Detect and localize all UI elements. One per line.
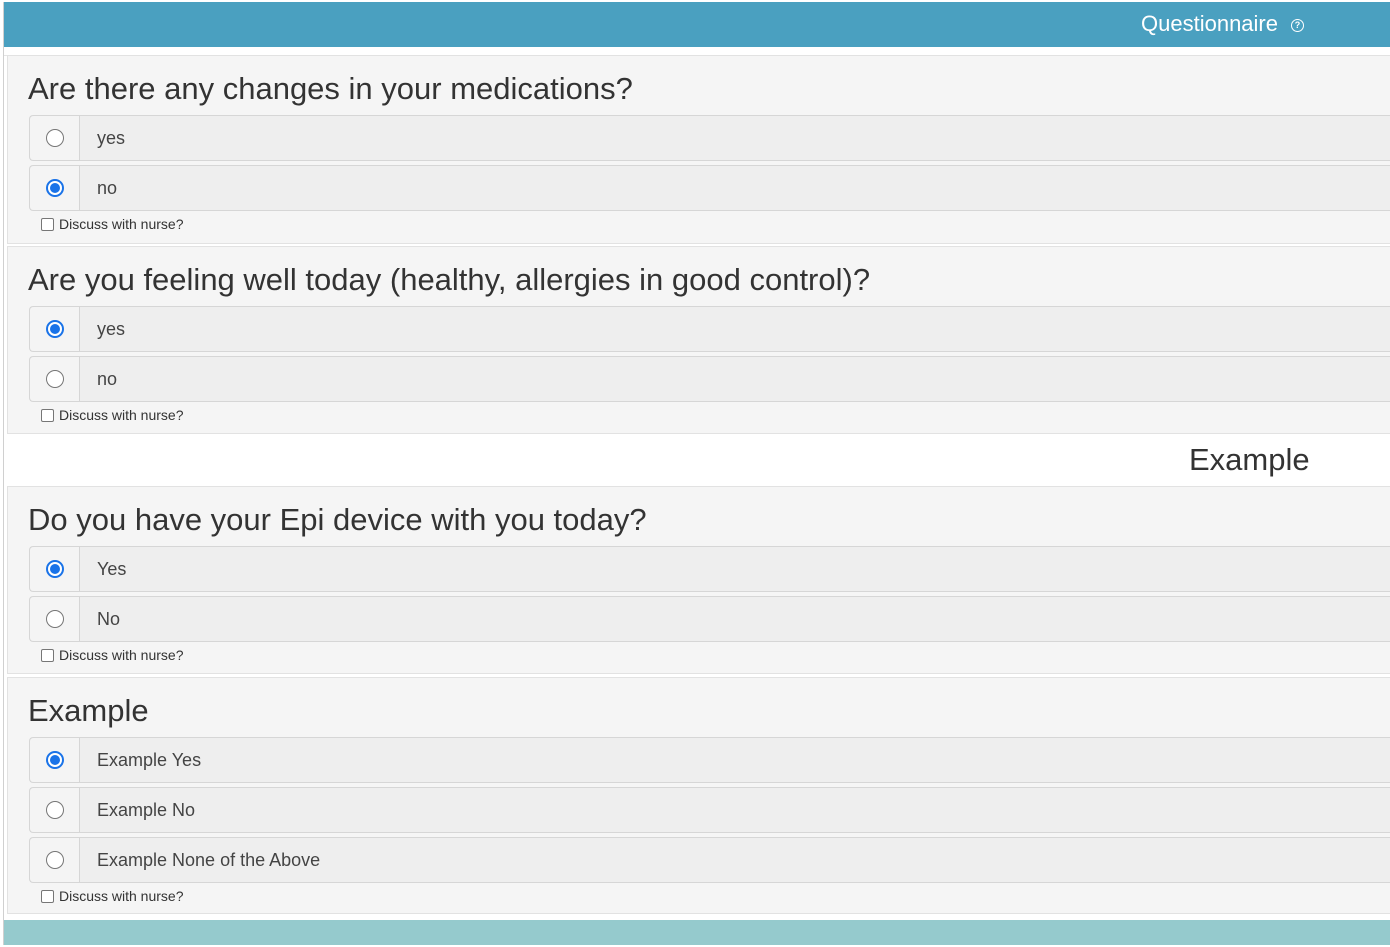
- question-title: Example: [28, 693, 149, 728]
- answer-option[interactable]: yes: [29, 115, 1390, 161]
- answer-option[interactable]: Example Yes: [29, 737, 1390, 783]
- questionnaire-frame: Questionnaire ? Are there any changes in…: [3, 2, 1390, 945]
- answer-option[interactable]: Example No: [29, 787, 1390, 833]
- answer-option[interactable]: Example None of the Above: [29, 837, 1390, 883]
- radio-button[interactable]: [46, 851, 64, 869]
- radio-button[interactable]: [46, 179, 64, 197]
- answer-label[interactable]: Example None of the Above: [97, 850, 320, 871]
- discuss-label[interactable]: Discuss with nurse?: [59, 647, 184, 663]
- answer-label[interactable]: No: [97, 609, 120, 630]
- radio-cell[interactable]: [30, 738, 80, 782]
- header-bar: Questionnaire ?: [4, 2, 1390, 47]
- help-icon[interactable]: ?: [1291, 19, 1304, 32]
- radio-cell[interactable]: [30, 788, 80, 832]
- question-title: Are you feeling well today (healthy, all…: [28, 262, 871, 297]
- discuss-checkbox[interactable]: [41, 649, 54, 662]
- question-card-feeling-well: Are you feeling well today (healthy, all…: [7, 246, 1390, 434]
- radio-cell[interactable]: [30, 547, 80, 591]
- page-title: Questionnaire: [1141, 11, 1278, 36]
- question-card-example: Example Example Yes Example No Example N…: [7, 677, 1390, 914]
- radio-button[interactable]: [46, 801, 64, 819]
- radio-cell[interactable]: [30, 357, 80, 401]
- section-heading: Example: [1189, 442, 1310, 477]
- discuss-label[interactable]: Discuss with nurse?: [59, 407, 184, 423]
- radio-cell[interactable]: [30, 307, 80, 351]
- radio-cell[interactable]: [30, 838, 80, 882]
- discuss-label[interactable]: Discuss with nurse?: [59, 216, 184, 232]
- footer-bar: [4, 920, 1390, 945]
- question-title: Do you have your Epi device with you tod…: [28, 502, 647, 537]
- radio-button[interactable]: [46, 129, 64, 147]
- question-title: Are there any changes in your medication…: [28, 71, 633, 106]
- answer-label[interactable]: no: [97, 178, 117, 199]
- discuss-checkbox[interactable]: [41, 890, 54, 903]
- answer-label[interactable]: Example No: [97, 800, 195, 821]
- radio-button[interactable]: [46, 370, 64, 388]
- answer-label[interactable]: yes: [97, 128, 125, 149]
- radio-cell[interactable]: [30, 166, 80, 210]
- answer-label[interactable]: no: [97, 369, 117, 390]
- discuss-checkbox[interactable]: [41, 409, 54, 422]
- answer-option[interactable]: yes: [29, 306, 1390, 352]
- answer-label[interactable]: Example Yes: [97, 750, 201, 771]
- question-card-epi-device: Do you have your Epi device with you tod…: [7, 486, 1390, 674]
- discuss-checkbox[interactable]: [41, 218, 54, 231]
- answer-option[interactable]: Yes: [29, 546, 1390, 592]
- answer-option[interactable]: no: [29, 165, 1390, 211]
- radio-cell[interactable]: [30, 116, 80, 160]
- radio-button[interactable]: [46, 751, 64, 769]
- answer-label[interactable]: yes: [97, 319, 125, 340]
- radio-button[interactable]: [46, 560, 64, 578]
- radio-cell[interactable]: [30, 597, 80, 641]
- radio-button[interactable]: [46, 320, 64, 338]
- answer-label[interactable]: Yes: [97, 559, 126, 580]
- answer-option[interactable]: No: [29, 596, 1390, 642]
- radio-button[interactable]: [46, 610, 64, 628]
- answer-option[interactable]: no: [29, 356, 1390, 402]
- question-card-medications: Are there any changes in your medication…: [7, 55, 1390, 244]
- discuss-label[interactable]: Discuss with nurse?: [59, 888, 184, 904]
